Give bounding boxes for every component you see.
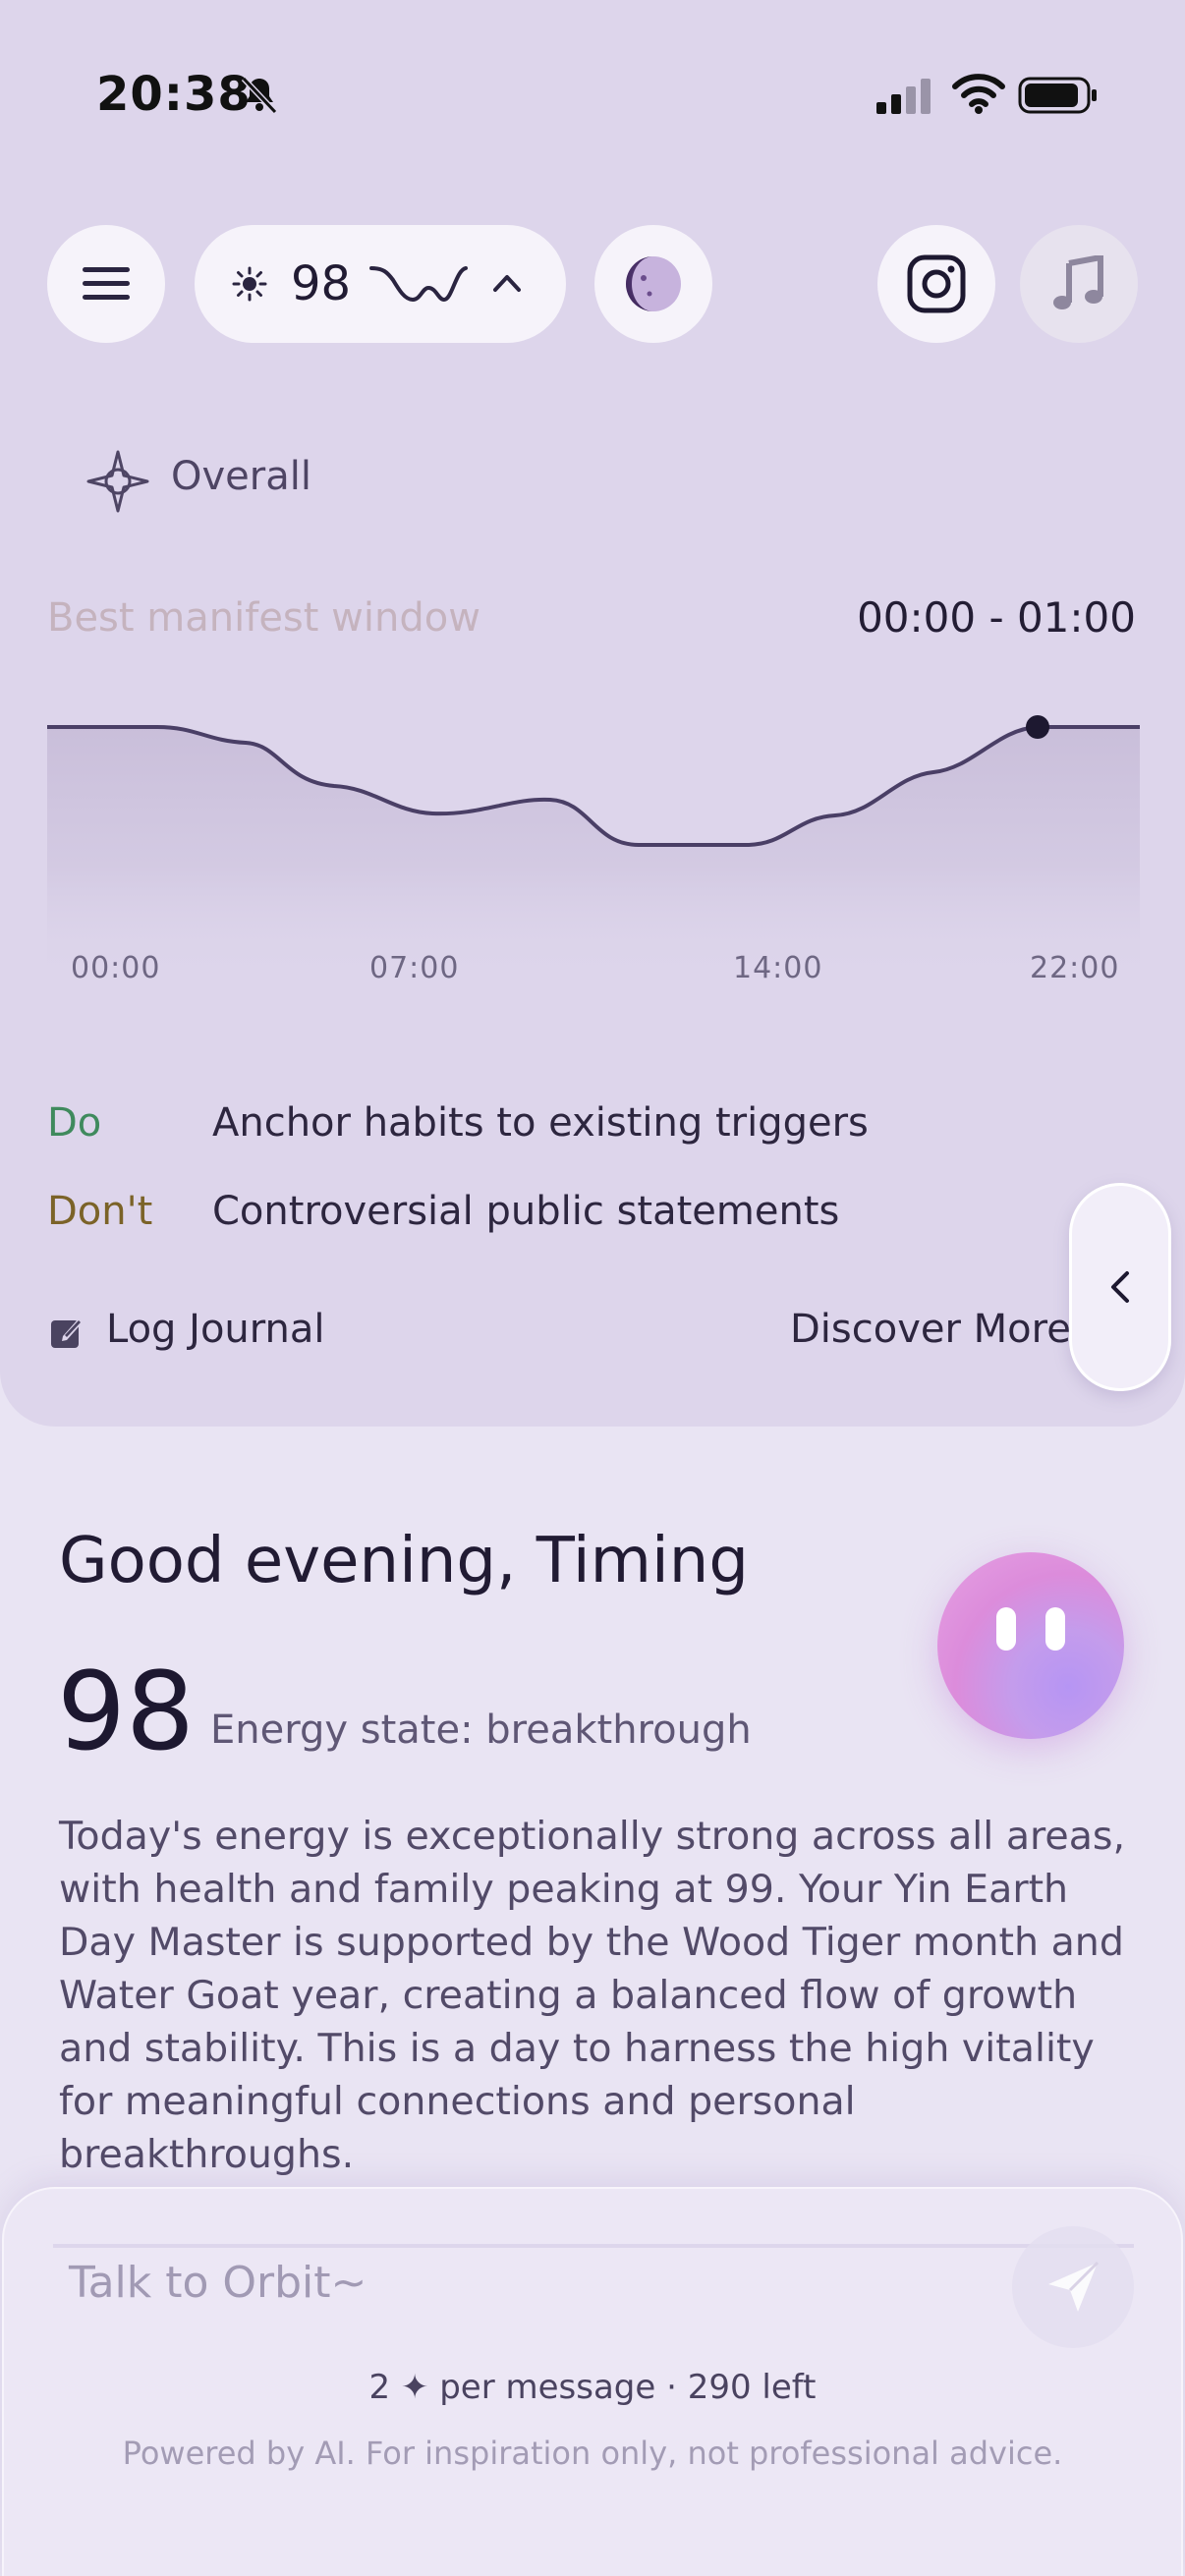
edit-note-icon (51, 1318, 83, 1348)
do-text: Anchor habits to existing triggers (212, 1100, 869, 1146)
composer-divider (53, 2244, 1134, 2248)
do-label: Do (47, 1100, 102, 1146)
menu-button[interactable] (47, 225, 165, 343)
log-journal-button[interactable]: Log Journal (106, 1307, 325, 1352)
page: 20:38 98 Overall Best manifest window 00… (0, 0, 1185, 2576)
chevron-left-icon (1111, 1271, 1129, 1303)
battery-icon (1018, 77, 1097, 114)
side-panel-tab[interactable] (1069, 1183, 1171, 1391)
instagram-icon (907, 254, 966, 313)
signal-icon (876, 79, 931, 114)
energy-score-pill[interactable]: 98 (195, 225, 566, 343)
status-time: 20:38 (96, 67, 252, 122)
x-tick-label: 00:00 (71, 951, 161, 985)
compass-star-icon (86, 450, 149, 513)
send-plane-icon (1048, 2261, 1100, 2312)
moon-phase-button[interactable] (594, 225, 712, 343)
message-cost-text: 2 ✦ per message · 290 left (368, 2368, 817, 2407)
overall-label[interactable]: Overall (171, 454, 311, 499)
instagram-button[interactable] (877, 225, 995, 343)
avatar-eye-right (1045, 1607, 1065, 1651)
music-note-icon (1053, 255, 1103, 309)
discover-more-button[interactable]: Discover More (790, 1307, 1071, 1352)
energy-score-large: 98 (57, 1649, 195, 1774)
dont-label: Don't (47, 1189, 153, 1234)
bell-off-icon (241, 76, 278, 115)
hamburger-menu-icon (83, 267, 130, 300)
dont-text: Controversial public statements (212, 1189, 840, 1234)
moon-phase-icon (626, 256, 681, 311)
avatar-eye-left (996, 1607, 1016, 1651)
energy-curve-chart (47, 715, 1140, 982)
manifest-window-time: 00:00 - 01:00 (857, 593, 1136, 642)
send-button[interactable] (1012, 2226, 1134, 2348)
chevron-up-icon (493, 275, 521, 292)
energy-state-text: Energy state: breakthrough (210, 1708, 752, 1753)
energy-summary: Today's energy is exceptionally strong a… (59, 1814, 1126, 2177)
x-tick-label: 07:00 (369, 951, 460, 985)
chat-input[interactable]: Talk to Orbit~ (69, 2258, 367, 2308)
ai-disclaimer: Powered by AI. For inspiration only, not… (122, 2435, 1063, 2472)
music-button[interactable] (1020, 225, 1138, 343)
greeting-title: Good evening, Timing (59, 1525, 749, 1597)
sun-icon (232, 266, 267, 302)
wifi-icon (952, 74, 1005, 114)
manifest-window-label: Best manifest window (47, 595, 480, 641)
energy-curve-current-point (1026, 715, 1049, 739)
energy-score: 98 (291, 256, 352, 311)
wave-icon (369, 266, 468, 303)
x-tick-label: 22:00 (1030, 951, 1120, 985)
x-tick-label: 14:00 (733, 951, 823, 985)
energy-curve-area (47, 727, 1140, 982)
orbit-avatar[interactable] (937, 1552, 1124, 1739)
